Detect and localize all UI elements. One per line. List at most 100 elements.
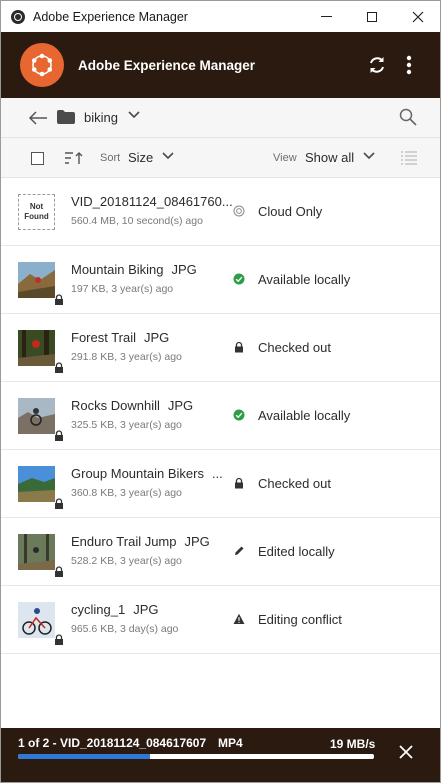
- app-header: Adobe Experience Manager: [1, 32, 440, 98]
- file-title: Enduro Trail Jump: [71, 534, 177, 549]
- file-row[interactable]: Enduro Trail Jump JPG 528.2 KB, 3 year(s)…: [1, 518, 440, 586]
- thumbnail-not-found: Not Found: [18, 194, 55, 230]
- file-meta: 291.8 KB, 3 year(s) ago: [71, 351, 182, 363]
- sync-status: Checked out: [258, 340, 331, 355]
- file-name: Forest Trail JPG: [71, 330, 169, 345]
- file-title: Rocks Downhill: [71, 398, 160, 413]
- sync-status: Available locally: [258, 408, 351, 423]
- upload-file-label: 1 of 2 - VID_20181124_084617607: [18, 736, 207, 750]
- maximize-icon: [367, 11, 377, 22]
- file-meta: 360.8 KB, 3 year(s) ago: [71, 487, 182, 499]
- sort-order-icon[interactable]: [64, 151, 84, 165]
- file-row[interactable]: Group Mountain Bikers... 360.8 KB, 3 yea…: [1, 450, 440, 518]
- file-meta: 560.4 MB, 10 second(s) ago: [71, 215, 203, 227]
- file-title: VID_20181124_08461760...: [71, 194, 233, 209]
- maximize-button[interactable]: [349, 1, 395, 32]
- chevron-down-icon[interactable]: [162, 152, 174, 160]
- file-title: cycling_1: [71, 602, 126, 617]
- file-name: Rocks Downhill JPG: [71, 398, 193, 413]
- file-row[interactable]: Rocks Downhill JPG 325.5 KB, 3 year(s) ag…: [1, 382, 440, 450]
- cancel-upload-button[interactable]: [399, 745, 419, 765]
- more-vertical-icon: [406, 55, 412, 75]
- thumbnail-image: [18, 262, 55, 298]
- view-dropdown[interactable]: Show all: [305, 150, 354, 165]
- search-button[interactable]: [399, 108, 419, 128]
- file-name: VID_20181124_08461760...: [71, 194, 233, 209]
- close-window-button[interactable]: [395, 1, 441, 32]
- file-type: JPG: [167, 398, 194, 413]
- lock-icon: [55, 294, 63, 305]
- enduro-photo: [18, 534, 55, 570]
- upload-speed: 19 MB/s: [330, 737, 376, 751]
- sort-label: Sort: [100, 152, 121, 164]
- not-found-text: Not: [29, 202, 44, 211]
- back-button[interactable]: [27, 108, 49, 128]
- warning-icon: [233, 613, 245, 624]
- file-meta: 325.5 KB, 3 year(s) ago: [71, 419, 182, 431]
- cycling-photo: [18, 602, 55, 638]
- file-type: JPG: [144, 330, 170, 345]
- close-icon: [399, 745, 413, 759]
- chevron-down-icon[interactable]: [128, 111, 140, 119]
- thumbnail-image: [18, 534, 55, 570]
- sync-icon: [370, 57, 384, 73]
- breadcrumb-folder[interactable]: biking: [84, 110, 118, 125]
- thumbnail-image: [18, 398, 55, 434]
- lock-icon: [55, 430, 63, 441]
- arrow-left-icon: [28, 111, 47, 125]
- group-bikers-photo: [18, 466, 55, 502]
- file-name: cycling_1 JPG: [71, 602, 159, 617]
- file-row[interactable]: Not Found VID_20181124_08461760... 560.4…: [1, 178, 440, 246]
- file-type: JPG: [133, 602, 159, 617]
- thumbnail-image: [18, 602, 55, 638]
- file-row[interactable]: Forest Trail JPG 291.8 KB, 3 year(s) ago …: [1, 314, 440, 382]
- upload-progress-fill: [18, 754, 150, 759]
- title-bar: Adobe Experience Manager: [1, 1, 440, 32]
- list-view-icon[interactable]: [401, 150, 417, 166]
- upload-progress-bar: [18, 754, 374, 759]
- close-icon: [412, 11, 424, 22]
- breadcrumb: biking: [1, 98, 440, 138]
- folder-icon: [57, 110, 75, 124]
- select-all-checkbox[interactable]: [31, 152, 44, 165]
- lock-icon: [55, 498, 63, 509]
- check-circle-icon: [233, 273, 245, 285]
- file-name: Enduro Trail Jump JPG: [71, 534, 210, 549]
- sync-status: Cloud Only: [258, 204, 323, 219]
- app-name: Adobe Experience Manager: [78, 57, 256, 73]
- file-type: ...: [211, 466, 223, 481]
- file-row[interactable]: Mountain Biking JPG 197 KB, 3 year(s) ago…: [1, 246, 440, 314]
- upload-progress-panel: 1 of 2 - VID_20181124_084617607 MP4 19 M…: [1, 728, 440, 782]
- pencil-icon: [235, 546, 244, 555]
- sync-button[interactable]: [364, 52, 390, 78]
- sort-dropdown[interactable]: Size: [128, 150, 153, 165]
- file-type: JPG: [171, 262, 197, 277]
- file-meta: 528.2 KB, 3 year(s) ago: [71, 555, 182, 567]
- not-found-text: Found: [24, 212, 49, 221]
- window-title: Adobe Experience Manager: [33, 9, 188, 24]
- minimize-button[interactable]: [303, 1, 349, 32]
- file-row[interactable]: cycling_1 JPG 965.6 KB, 3 day(s) ago Edit…: [1, 586, 440, 654]
- file-title: Group Mountain Bikers: [71, 466, 204, 481]
- thumbnail-image: [18, 330, 55, 366]
- search-icon: [399, 108, 417, 126]
- sync-status: Checked out: [258, 476, 331, 491]
- upload-file-type: MP4: [218, 736, 243, 750]
- aem-logo-mark: [31, 53, 53, 77]
- file-title: Mountain Biking: [71, 262, 164, 277]
- aem-app-icon: [11, 9, 25, 24]
- lock-icon: [235, 341, 243, 353]
- sync-status: Editing conflict: [258, 612, 342, 627]
- file-list: Not Found VID_20181124_08461760... 560.4…: [1, 178, 440, 654]
- chevron-down-icon[interactable]: [363, 152, 375, 160]
- minimize-icon: [320, 16, 332, 17]
- file-title: Forest Trail: [71, 330, 137, 345]
- check-circle-icon: [233, 409, 245, 421]
- file-name: Group Mountain Bikers...: [71, 466, 223, 481]
- lock-icon: [55, 362, 63, 373]
- file-name: Mountain Biking JPG: [71, 262, 197, 277]
- list-toolbar: Sort Size View Show all: [1, 138, 440, 178]
- more-options-button[interactable]: [396, 52, 422, 78]
- app-window: Adobe Experience Manager Adobe Experienc…: [0, 0, 441, 783]
- sync-status: Edited locally: [258, 544, 335, 559]
